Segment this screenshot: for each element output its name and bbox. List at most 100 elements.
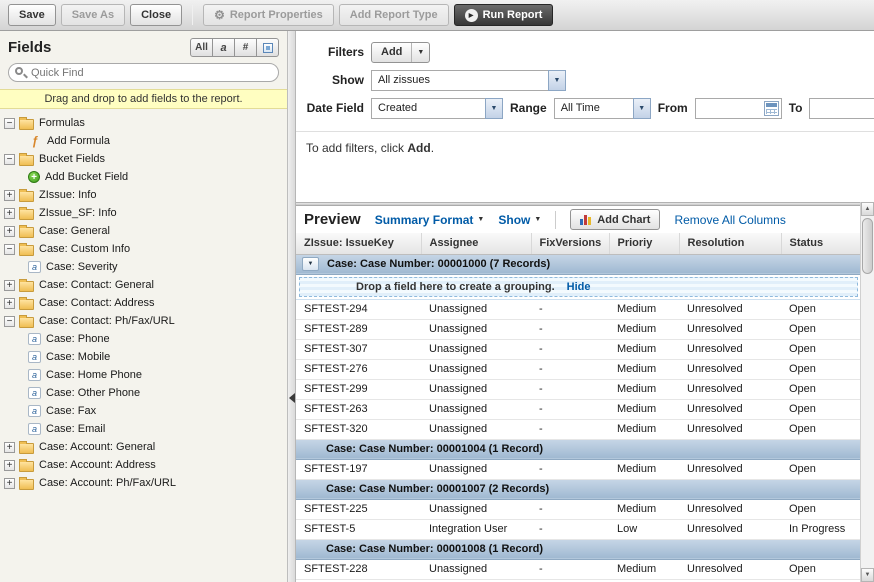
tree-item[interactable]: +Case: Account: General <box>0 438 287 456</box>
table-row[interactable]: SFTEST-294Unassigned-MediumUnresolvedOpe… <box>296 299 860 319</box>
from-date-input[interactable] <box>696 100 764 117</box>
hide-link[interactable]: Hide <box>567 281 591 293</box>
collapse-icon[interactable]: − <box>4 154 15 165</box>
tree-item[interactable]: +Add Bucket Field <box>0 168 287 186</box>
group-header-row[interactable]: Case: Case Number: 00001008 (1 Record) <box>296 539 860 559</box>
report-properties-button[interactable]: ⚙ Report Properties <box>203 4 334 26</box>
header-separator <box>555 211 556 229</box>
group-header-row[interactable]: Case: Case Number: 00001004 (1 Record) <box>296 439 860 459</box>
scroll-up-icon[interactable]: ▲ <box>861 202 874 216</box>
table-row[interactable]: SFTEST-320Unassigned-MediumUnresolvedOpe… <box>296 419 860 439</box>
table-cell: Open <box>781 499 860 519</box>
column-header[interactable]: FixVersions <box>531 233 609 254</box>
scroll-down-icon[interactable]: ▼ <box>861 568 874 582</box>
text-field-icon: a <box>28 387 41 399</box>
table-cell: Low <box>609 519 679 539</box>
close-button[interactable]: Close <box>130 4 182 26</box>
tree-item[interactable]: +ZIssue_SF: Info <box>0 204 287 222</box>
add-chart-label: Add Chart <box>597 214 650 226</box>
expand-icon[interactable]: + <box>4 226 15 237</box>
table-cell: Unassigned <box>421 399 531 419</box>
column-header[interactable]: Status <box>781 233 860 254</box>
table-row[interactable]: SFTEST-289Unassigned-MediumUnresolvedOpe… <box>296 319 860 339</box>
add-filter-button[interactable]: Add ▼ <box>371 42 430 63</box>
scrollbar-thumb[interactable] <box>862 218 873 274</box>
column-header[interactable]: Prioriy <box>609 233 679 254</box>
collapse-left-arrow-icon[interactable] <box>289 393 295 403</box>
table-row[interactable]: SFTEST-299Unassigned-MediumUnresolvedOpe… <box>296 379 860 399</box>
table-row[interactable]: SFTEST-307Unassigned-MediumUnresolvedOpe… <box>296 339 860 359</box>
vertical-scrollbar[interactable]: ▲ ▼ <box>860 202 874 582</box>
to-date-input[interactable] <box>809 98 874 119</box>
tree-item[interactable]: aCase: Mobile <box>0 348 287 366</box>
tree-item[interactable]: −Case: Custom Info <box>0 240 287 258</box>
expand-icon[interactable]: + <box>4 190 15 201</box>
expand-icon[interactable]: + <box>4 208 15 219</box>
save-button[interactable]: Save <box>8 4 56 26</box>
tree-item[interactable]: aCase: Phone <box>0 330 287 348</box>
filter-all-button[interactable]: All <box>190 38 213 57</box>
tree-item[interactable]: aCase: Email <box>0 420 287 438</box>
expand-icon[interactable]: + <box>4 298 15 309</box>
tree-item[interactable]: +ZIssue: Info <box>0 186 287 204</box>
panel-resizer[interactable] <box>288 31 296 582</box>
quick-find-wrap <box>0 63 287 89</box>
table-cell: Open <box>781 559 860 579</box>
tree-item[interactable]: +Case: Contact: Address <box>0 294 287 312</box>
table-row[interactable]: SFTEST-197Unassigned-MediumUnresolvedOpe… <box>296 459 860 479</box>
gear-icon: ⚙ <box>214 9 225 21</box>
expand-icon[interactable]: + <box>4 442 15 453</box>
table-cell: SFTEST-5 <box>296 519 421 539</box>
tree-item[interactable]: aCase: Fax <box>0 402 287 420</box>
table-row[interactable]: SFTEST-5Integration User-LowUnresolvedIn… <box>296 519 860 539</box>
table-cell: Medium <box>609 559 679 579</box>
add-report-type-button[interactable]: Add Report Type <box>339 4 449 26</box>
run-report-button[interactable]: ▶ Run Report <box>454 4 554 26</box>
table-row[interactable]: SFTEST-228Unassigned-MediumUnresolvedOpe… <box>296 559 860 579</box>
table-row[interactable]: SFTEST-263Unassigned-MediumUnresolvedOpe… <box>296 399 860 419</box>
bar-chart-icon <box>580 214 591 225</box>
filter-checkbox-type-button[interactable] <box>256 38 279 57</box>
table-row[interactable]: SFTEST-276Unassigned-MediumUnresolvedOpe… <box>296 359 860 379</box>
date-field-select[interactable]: Created ▼ <box>371 98 503 119</box>
tree-item[interactable]: aCase: Home Phone <box>0 366 287 384</box>
tree-item[interactable]: ƒAdd Formula <box>0 132 287 150</box>
table-row[interactable]: SFTEST-225Unassigned-MediumUnresolvedOpe… <box>296 499 860 519</box>
folder-open-icon <box>19 245 34 256</box>
show-select[interactable]: All zissues ▼ <box>371 70 566 91</box>
group-header-row[interactable]: ▼Case: Case Number: 00001000 (7 Records) <box>296 254 860 274</box>
tree-item[interactable]: +Case: General <box>0 222 287 240</box>
column-header[interactable]: Assignee <box>421 233 531 254</box>
tree-item[interactable]: +Case: Contact: General <box>0 276 287 294</box>
range-select[interactable]: All Time ▼ <box>554 98 651 119</box>
group-header-row[interactable]: Case: Case Number: 00001007 (2 Records) <box>296 479 860 499</box>
expand-icon[interactable]: + <box>4 280 15 291</box>
collapse-icon[interactable]: − <box>4 316 15 327</box>
grouping-drop-zone[interactable]: Drop a field here to create a grouping.H… <box>299 277 858 297</box>
column-header[interactable]: ZIssue: IssueKey <box>296 233 421 254</box>
show-columns-dropdown[interactable]: Show ▼ <box>498 213 541 227</box>
tree-item[interactable]: aCase: Other Phone <box>0 384 287 402</box>
remove-all-columns-link[interactable]: Remove All Columns <box>674 213 785 227</box>
expand-icon[interactable]: + <box>4 460 15 471</box>
tree-item[interactable]: −Case: Contact: Ph/Fax/URL <box>0 312 287 330</box>
chevron-down-icon: ▼ <box>534 216 541 223</box>
quick-find-input[interactable] <box>8 63 279 82</box>
summary-format-dropdown[interactable]: Summary Format ▼ <box>375 213 485 227</box>
collapse-icon[interactable]: − <box>4 118 15 129</box>
column-header[interactable]: Resolution <box>679 233 781 254</box>
filter-number-type-button[interactable]: # <box>234 38 257 57</box>
save-as-button[interactable]: Save As <box>61 4 125 26</box>
tree-item[interactable]: +Case: Account: Address <box>0 456 287 474</box>
tree-item[interactable]: −Formulas <box>0 114 287 132</box>
add-chart-button[interactable]: Add Chart <box>570 209 660 230</box>
filter-text-type-button[interactable]: a <box>212 38 235 57</box>
tree-item[interactable]: −Bucket Fields <box>0 150 287 168</box>
tree-item[interactable]: +Case: Account: Ph/Fax/URL <box>0 474 287 492</box>
collapse-icon[interactable]: − <box>4 244 15 255</box>
folder-icon <box>19 299 34 310</box>
tree-item[interactable]: aCase: Severity <box>0 258 287 276</box>
expand-icon[interactable]: + <box>4 478 15 489</box>
calendar-icon[interactable] <box>764 101 779 116</box>
group-menu-button[interactable]: ▼ <box>302 257 319 271</box>
